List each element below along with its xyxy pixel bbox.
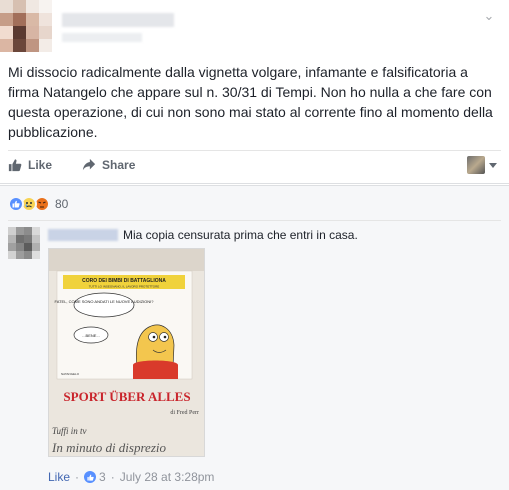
article-headline: SPORT ÜBER ALLES <box>63 389 190 404</box>
comment-like-count[interactable]: 3 <box>99 470 106 484</box>
share-button[interactable]: Share <box>82 158 135 172</box>
separator: · <box>75 470 80 484</box>
commenter-avatar[interactable] <box>8 227 40 259</box>
author-name-blurred[interactable] <box>62 13 174 27</box>
comment-photo[interactable]: CORO DEI BIMBI DI BATTAGLIONA TUTTI LO I… <box>48 248 205 457</box>
author-avatar[interactable] <box>0 0 52 52</box>
separator: · <box>110 470 115 484</box>
article-section: Tuffi in tv <box>52 426 87 436</box>
like-icon[interactable] <box>84 471 97 483</box>
magazine-page-photo: CORO DEI BIMBI DI BATTAGLIONA TUTTI LO I… <box>49 249 204 456</box>
cartoon-reply-bubble: ...BENE... <box>82 333 100 338</box>
post-actions: Like Share <box>8 152 165 178</box>
cartoon-banner-sub: TUTTI LO INSEGNANO, IL LAVORO PROTETTORE <box>89 285 160 289</box>
commenter-name-blurred[interactable] <box>48 229 118 241</box>
reactions-summary[interactable]: 80 <box>8 196 68 212</box>
share-label: Share <box>102 158 136 172</box>
thumbs-up-icon <box>8 159 22 172</box>
post-timestamp-blurred <box>62 33 142 42</box>
comment-timestamp[interactable]: July 28 at 3:28pm <box>120 470 215 484</box>
cartoon-speech-bubble: FATEL, COME SONO ANDATI LE NUOVE AUDIZIO… <box>55 299 155 304</box>
comment-meta: Like · 3 · July 28 at 3:28pm <box>48 470 214 484</box>
divider <box>8 220 501 221</box>
like-icon <box>8 196 24 212</box>
like-button[interactable]: Like <box>8 158 52 172</box>
reaction-count: 80 <box>55 197 69 211</box>
article-byline: di Fred Perr <box>170 410 199 416</box>
caret-down-icon <box>489 162 497 168</box>
comment-like-button[interactable]: Like <box>48 470 70 484</box>
cartoon-banner: CORO DEI BIMBI DI BATTAGLIONA <box>82 278 166 284</box>
article-subhead: In minuto di disprezio <box>51 440 166 455</box>
comments-section: 80 Mia copia censurata prima che entri i… <box>0 185 509 490</box>
like-label: Like <box>28 158 53 172</box>
cartoon-signature: NATANGELO <box>61 372 80 376</box>
post-text: Mi dissocio radicalmente dalla vignetta … <box>8 64 493 140</box>
actor-avatar <box>467 156 485 174</box>
chevron-down-icon[interactable]: ⌄ <box>481 8 497 24</box>
comment-text: Mia copia censurata prima che entri in c… <box>123 228 358 242</box>
divider <box>8 150 501 151</box>
post-as-selector[interactable] <box>467 156 497 174</box>
share-icon <box>82 158 96 171</box>
post-card: ⌄ Mi dissocio radicalmente dalla vignett… <box>0 0 509 184</box>
